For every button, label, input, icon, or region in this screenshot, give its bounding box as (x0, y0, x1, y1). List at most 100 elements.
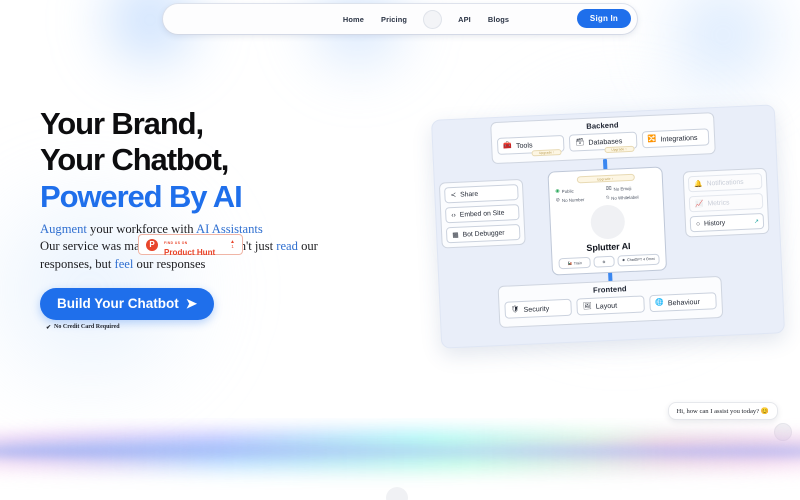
action-metrics-label: Metrics (707, 198, 730, 207)
bot-toggle-no-number[interactable]: ⊘ No Number (555, 195, 607, 204)
backend-panel: Backend 🧰 Tools Upgrade ↑ 🗃 Databases Up… (490, 112, 716, 165)
hero-sub-text-4: our responses (133, 256, 206, 271)
frontend-panel: Frontend 🛡 Security 🖼 Layout 🌐 Behaviour (497, 275, 724, 329)
backend-item-integrations-label: Integrations (660, 133, 698, 144)
bot-upgrade-pill[interactable]: Upgrade ↑ (576, 173, 635, 184)
no-credit-card-label: No Credit Card Required (54, 324, 120, 331)
wave-band-soft (0, 452, 800, 474)
right-actions-panel: 🔔 Notifications 📈 Metrics ○ History ↗ (682, 167, 770, 238)
top-navigation-bar: Home Pricing API Blogs Sign In (163, 4, 637, 34)
action-share-label: Share (459, 190, 479, 199)
frontend-item-layout[interactable]: 🖼 Layout (576, 295, 645, 316)
tools-upgrade-badge[interactable]: Upgrade ↑ (531, 149, 563, 157)
background-blob-right (648, 0, 798, 110)
hero-sub-read: read (276, 239, 298, 254)
bot-toggle-public[interactable]: ◉ Public (555, 186, 606, 194)
bot-train-label: Train (573, 260, 583, 266)
frontend-item-behaviour[interactable]: 🌐 Behaviour (648, 292, 717, 313)
arrow-right-icon: ➤ (185, 295, 198, 311)
build-chatbot-label: Build Your Chatbot (57, 296, 179, 312)
hero-sub-augment: Augment (40, 221, 87, 236)
product-hunt-upvote[interactable]: ▲ 1 (230, 239, 235, 250)
brand-logo-icon[interactable] (424, 10, 442, 28)
action-bot-debugger[interactable]: ▦ Bot Debugger (445, 223, 521, 244)
bot-toggles: ◉ Public ⌧ No Emoji ⊘ No Number ⍉ No Whi… (555, 184, 657, 204)
gradient-wave-decoration (0, 418, 800, 490)
page-title: Your Brand, Your Chatbot, Powered By AI (40, 106, 420, 215)
action-history-label: History (703, 219, 726, 228)
bot-train-button[interactable]: 🚂 Train (558, 256, 591, 270)
action-share[interactable]: ≺ Share (444, 184, 519, 204)
bot-preview-card: Upgrade ↑ ◉ Public ⌧ No Emoji ⊘ No Numbe… (547, 166, 668, 276)
no-whitelabel-icon: ⍉ (606, 194, 610, 202)
nav-links: Home Pricing API Blogs (291, 10, 509, 28)
product-hunt-vote-count: 1 (231, 244, 234, 250)
cta-row: Build Your Chatbot ➤ ✔ No Credit Card Re… (40, 287, 420, 331)
integrations-icon: 🔀 (647, 135, 657, 144)
external-link-icon[interactable]: ↗ (754, 218, 759, 225)
bot-toggle-no-whitelabel-label: No Whitelabel (611, 194, 639, 201)
headline-line-1: Your Brand, (40, 106, 204, 141)
frontend-item-security[interactable]: 🛡 Security (504, 298, 573, 319)
nav-link-blogs[interactable]: Blogs (488, 15, 509, 24)
globe-on-icon: ◉ (555, 188, 560, 195)
product-hunt-texts: FIND US ON Product Hunt (164, 232, 224, 258)
share-icon: ≺ (450, 191, 457, 200)
headline-line-2: Your Chatbot, (40, 142, 229, 178)
layout-icon: 🖼 (582, 302, 592, 311)
chart-icon: 📈 (694, 200, 704, 209)
nav-link-pricing[interactable]: Pricing (381, 15, 407, 24)
hero-section: Your Brand, Your Chatbot, Powered By AI … (40, 106, 420, 331)
databases-upgrade-badge[interactable]: Upgrade ↑ (604, 145, 635, 154)
product-diagram-card: Backend 🧰 Tools Upgrade ↑ 🗃 Databases Up… (430, 104, 786, 349)
no-credit-card-note: ✔ No Credit Card Required (46, 324, 420, 331)
nav-link-api[interactable]: API (458, 15, 471, 24)
train-icon: 🚂 (567, 261, 572, 266)
product-hunt-logo-icon: P (146, 238, 158, 251)
grid-icon: ▦ (452, 231, 459, 240)
bot-toggle-no-number-label: No Number (561, 196, 585, 203)
action-notifications-label: Notifications (706, 178, 744, 187)
no-number-icon: ⊘ (555, 197, 561, 204)
database-icon: 🗃 (575, 138, 585, 147)
shield-icon: 🛡 (510, 306, 520, 314)
action-embed-on-site[interactable]: ‹› Embed on Site (444, 204, 520, 224)
bot-toggle-no-whitelabel[interactable]: ⍉ No Whitelabel (606, 193, 657, 201)
action-embed-label: Embed on Site (459, 209, 505, 219)
bell-icon: 🔔 (694, 180, 703, 189)
product-hunt-badge[interactable]: P FIND US ON Product Hunt ▲ 1 (138, 232, 243, 258)
backend-item-tools[interactable]: 🧰 Tools Upgrade ↑ (496, 134, 565, 157)
no-emoji-icon: ⌧ (605, 185, 612, 193)
backend-item-tools-label: Tools (515, 140, 533, 150)
bot-toggle-no-emoji-label: No Emoji (613, 185, 632, 192)
hero-sub-feel: feel (114, 256, 134, 271)
globe-icon: 🌐 (655, 299, 665, 307)
code-icon: ‹› (451, 211, 457, 219)
nav-link-home[interactable]: Home (343, 15, 364, 24)
product-hunt-name: Product Hunt (164, 248, 216, 258)
bot-model-button[interactable]: ✸ ChatGPT 4 Omni (616, 253, 660, 267)
model-icon: ✸ (622, 257, 626, 263)
sign-in-button[interactable]: Sign In (576, 9, 631, 28)
bot-face-avatar (589, 204, 626, 240)
backend-item-integrations[interactable]: 🔀 Integrations (641, 128, 710, 149)
frontend-item-layout-label: Layout (595, 301, 618, 311)
action-bot-debugger-label: Bot Debugger (462, 229, 505, 239)
action-metrics[interactable]: 📈 Metrics (688, 192, 764, 213)
build-your-chatbot-button[interactable]: Build Your Chatbot ➤ (40, 287, 215, 320)
frontend-item-behaviour-label: Behaviour (667, 297, 701, 307)
bot-toggle-no-emoji[interactable]: ⌧ No Emoji (606, 184, 657, 192)
toolbox-icon: 🧰 (503, 142, 513, 150)
backend-item-databases[interactable]: 🗃 Databases Upgrade ↑ (569, 131, 638, 154)
bot-model-label: ChatGPT 4 Omni (627, 256, 655, 262)
frontend-item-security-label: Security (523, 304, 550, 314)
bot-actions: 🚂 Train ⚙ ✸ ChatGPT 4 Omni (558, 253, 660, 270)
action-history[interactable]: ○ History ↗ (689, 212, 765, 233)
action-notifications[interactable]: 🔔 Notifications (687, 172, 763, 193)
bot-settings-button[interactable]: ⚙ (593, 255, 615, 268)
gear-icon: ⚙ (602, 259, 606, 264)
backend-item-databases-label: Databases (588, 136, 623, 147)
clock-icon: ○ (695, 220, 701, 228)
bot-name: Splutter AI (586, 241, 631, 253)
check-icon: ✔ (46, 324, 52, 331)
